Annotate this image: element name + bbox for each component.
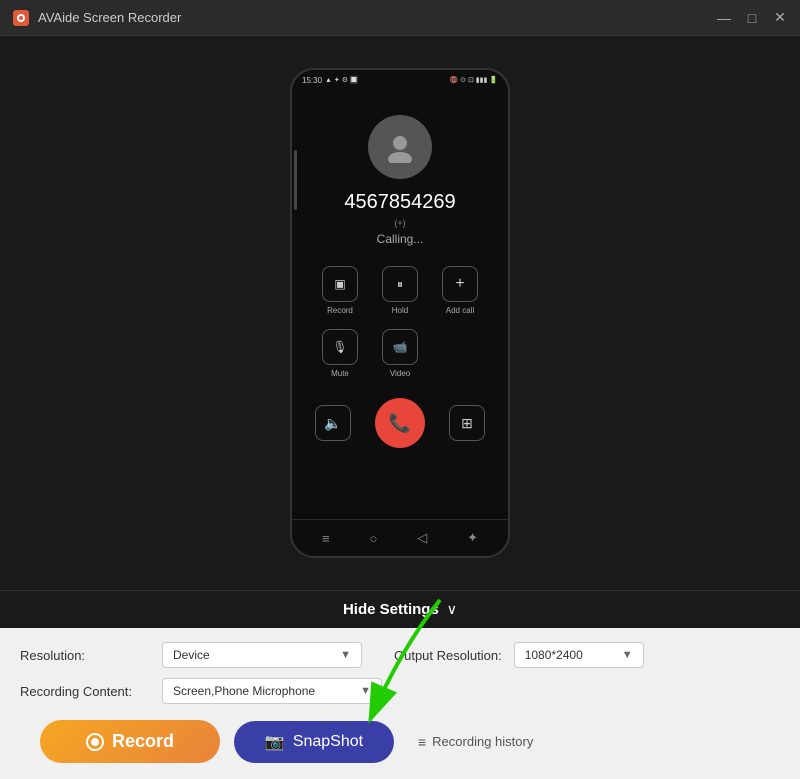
call-controls-row: 🔈 📞 ⊞ <box>315 398 485 448</box>
record-action-label: Record <box>327 306 353 315</box>
record-dot-inner <box>91 738 99 746</box>
hide-settings-chevron-icon: ∨ <box>447 601 457 618</box>
phone-nav-bar: ≡ ○ ◁ ✦ <box>292 519 508 556</box>
keypad-icon: ⊞ <box>461 415 473 432</box>
time-display: 15:30 <box>302 76 322 85</box>
main-content: 15:30 ▲ ✦ ⚙ 🔲 📵 ⊙ ⊡ ▮▮▮ 🔋 4567854269 <box>0 36 800 779</box>
nav-menu-icon[interactable]: ≡ <box>322 531 330 546</box>
maximize-button[interactable]: □ <box>744 10 760 26</box>
close-button[interactable]: ✕ <box>772 10 788 26</box>
resolution-select-value: Device <box>173 648 334 662</box>
output-resolution-dropdown-icon: ▼ <box>622 649 633 661</box>
add-call-action-icon: + <box>455 275 464 293</box>
speaker-button[interactable]: 🔈 <box>315 405 351 441</box>
snapshot-button-label: SnapShot <box>293 733 363 751</box>
hold-action[interactable]: ⏸ Hold <box>375 266 425 315</box>
video-icon-circle: 📹 <box>382 329 418 365</box>
calling-status: Calling... <box>377 232 424 246</box>
hold-action-label: Hold <box>392 306 408 315</box>
record-dot-icon <box>86 733 104 751</box>
caller-number: 4567854269 <box>344 191 455 214</box>
status-left: 15:30 ▲ ✦ ⚙ 🔲 <box>302 76 359 85</box>
phone-frame: 15:30 ▲ ✦ ⚙ 🔲 📵 ⊙ ⊡ ▮▮▮ 🔋 4567854269 <box>290 68 510 558</box>
resolution-dropdown-icon: ▼ <box>340 649 351 661</box>
window-controls: — □ ✕ <box>716 10 788 26</box>
camera-icon: 📷 <box>265 732 285 752</box>
mute-action[interactable]: 🎙 Mute <box>315 329 365 378</box>
add-call-action[interactable]: + Add call <box>435 266 485 315</box>
hold-icon-circle: ⏸ <box>382 266 418 302</box>
caller-extra: (+) <box>394 218 405 228</box>
hold-action-icon: ⏸ <box>397 277 403 292</box>
mute-action-icon: 🎙 <box>332 340 347 354</box>
nav-recent-icon[interactable]: ✦ <box>467 530 478 546</box>
video-action-icon: 📹 <box>393 340 408 354</box>
phone-area: 15:30 ▲ ✦ ⚙ 🔲 📵 ⊙ ⊡ ▮▮▮ 🔋 4567854269 <box>0 36 800 590</box>
app-icon <box>12 9 30 27</box>
speaker-icon: 🔈 <box>324 415 341 432</box>
add-call-action-label: Add call <box>446 306 474 315</box>
resolution-select[interactable]: Device ▼ <box>162 642 362 668</box>
keypad-button[interactable]: ⊞ <box>449 405 485 441</box>
recording-history-button[interactable]: ≡ Recording history <box>418 734 533 750</box>
recording-content-row: Recording Content: Screen,Phone Micropho… <box>20 678 780 704</box>
record-action[interactable]: ▣ Record <box>315 266 365 315</box>
hide-settings-bar[interactable]: Hide Settings ∨ <box>0 590 800 628</box>
add-call-icon-circle: + <box>442 266 478 302</box>
nav-home-icon[interactable]: ○ <box>369 531 377 546</box>
nav-back-icon[interactable]: ◁ <box>417 530 427 546</box>
recording-content-dropdown-icon: ▼ <box>360 685 371 697</box>
end-call-icon: 📞 <box>389 413 411 434</box>
call-actions-grid: ▣ Record ⏸ Hold + <box>315 266 485 378</box>
recording-content-value: Screen,Phone Microphone <box>173 684 354 698</box>
resolution-row: Resolution: Device ▼ Output Resolution: … <box>20 642 780 668</box>
recording-content-select[interactable]: Screen,Phone Microphone ▼ <box>162 678 382 704</box>
record-action-icon: ▣ <box>334 277 345 291</box>
phone-status-bar: 15:30 ▲ ✦ ⚙ 🔲 📵 ⊙ ⊡ ▮▮▮ 🔋 <box>292 70 508 90</box>
record-icon-circle: ▣ <box>322 266 358 302</box>
phone-call-content: 4567854269 (+) Calling... ▣ Record <box>292 90 508 519</box>
output-resolution-value: 1080*2400 <box>525 648 616 662</box>
video-action[interactable]: 📹 Video <box>375 329 425 378</box>
recording-content-label: Recording Content: <box>20 684 150 699</box>
signal-icons: ▲ ✦ ⚙ 🔲 <box>325 76 359 84</box>
recording-history-label: Recording history <box>432 734 533 749</box>
title-bar: AVAide Screen Recorder — □ ✕ <box>0 0 800 36</box>
output-resolution-label: Output Resolution: <box>394 648 502 663</box>
bottom-actions: Record 📷 SnapShot ≡ Recording history <box>20 714 780 763</box>
caller-avatar <box>368 115 432 179</box>
end-call-button[interactable]: 📞 <box>375 398 425 448</box>
mute-icon-circle: 🎙 <box>322 329 358 365</box>
record-button[interactable]: Record <box>40 720 220 763</box>
snapshot-button[interactable]: 📷 SnapShot <box>234 721 394 763</box>
mute-action-label: Mute <box>331 369 349 378</box>
resolution-label: Resolution: <box>20 648 150 663</box>
minimize-button[interactable]: — <box>716 10 732 26</box>
status-right: 📵 ⊙ ⊡ ▮▮▮ 🔋 <box>450 76 499 84</box>
hide-settings-label: Hide Settings <box>343 601 439 618</box>
battery-icon: 📵 ⊙ ⊡ ▮▮▮ 🔋 <box>450 76 499 84</box>
title-bar-left: AVAide Screen Recorder <box>12 9 181 27</box>
phone-scrollbar <box>294 150 297 210</box>
history-icon: ≡ <box>418 734 426 750</box>
video-action-label: Video <box>390 369 410 378</box>
app-title: AVAide Screen Recorder <box>38 10 181 25</box>
record-button-label: Record <box>112 731 174 752</box>
output-resolution-select[interactable]: 1080*2400 ▼ <box>514 642 644 668</box>
settings-panel: Resolution: Device ▼ Output Resolution: … <box>0 628 800 779</box>
